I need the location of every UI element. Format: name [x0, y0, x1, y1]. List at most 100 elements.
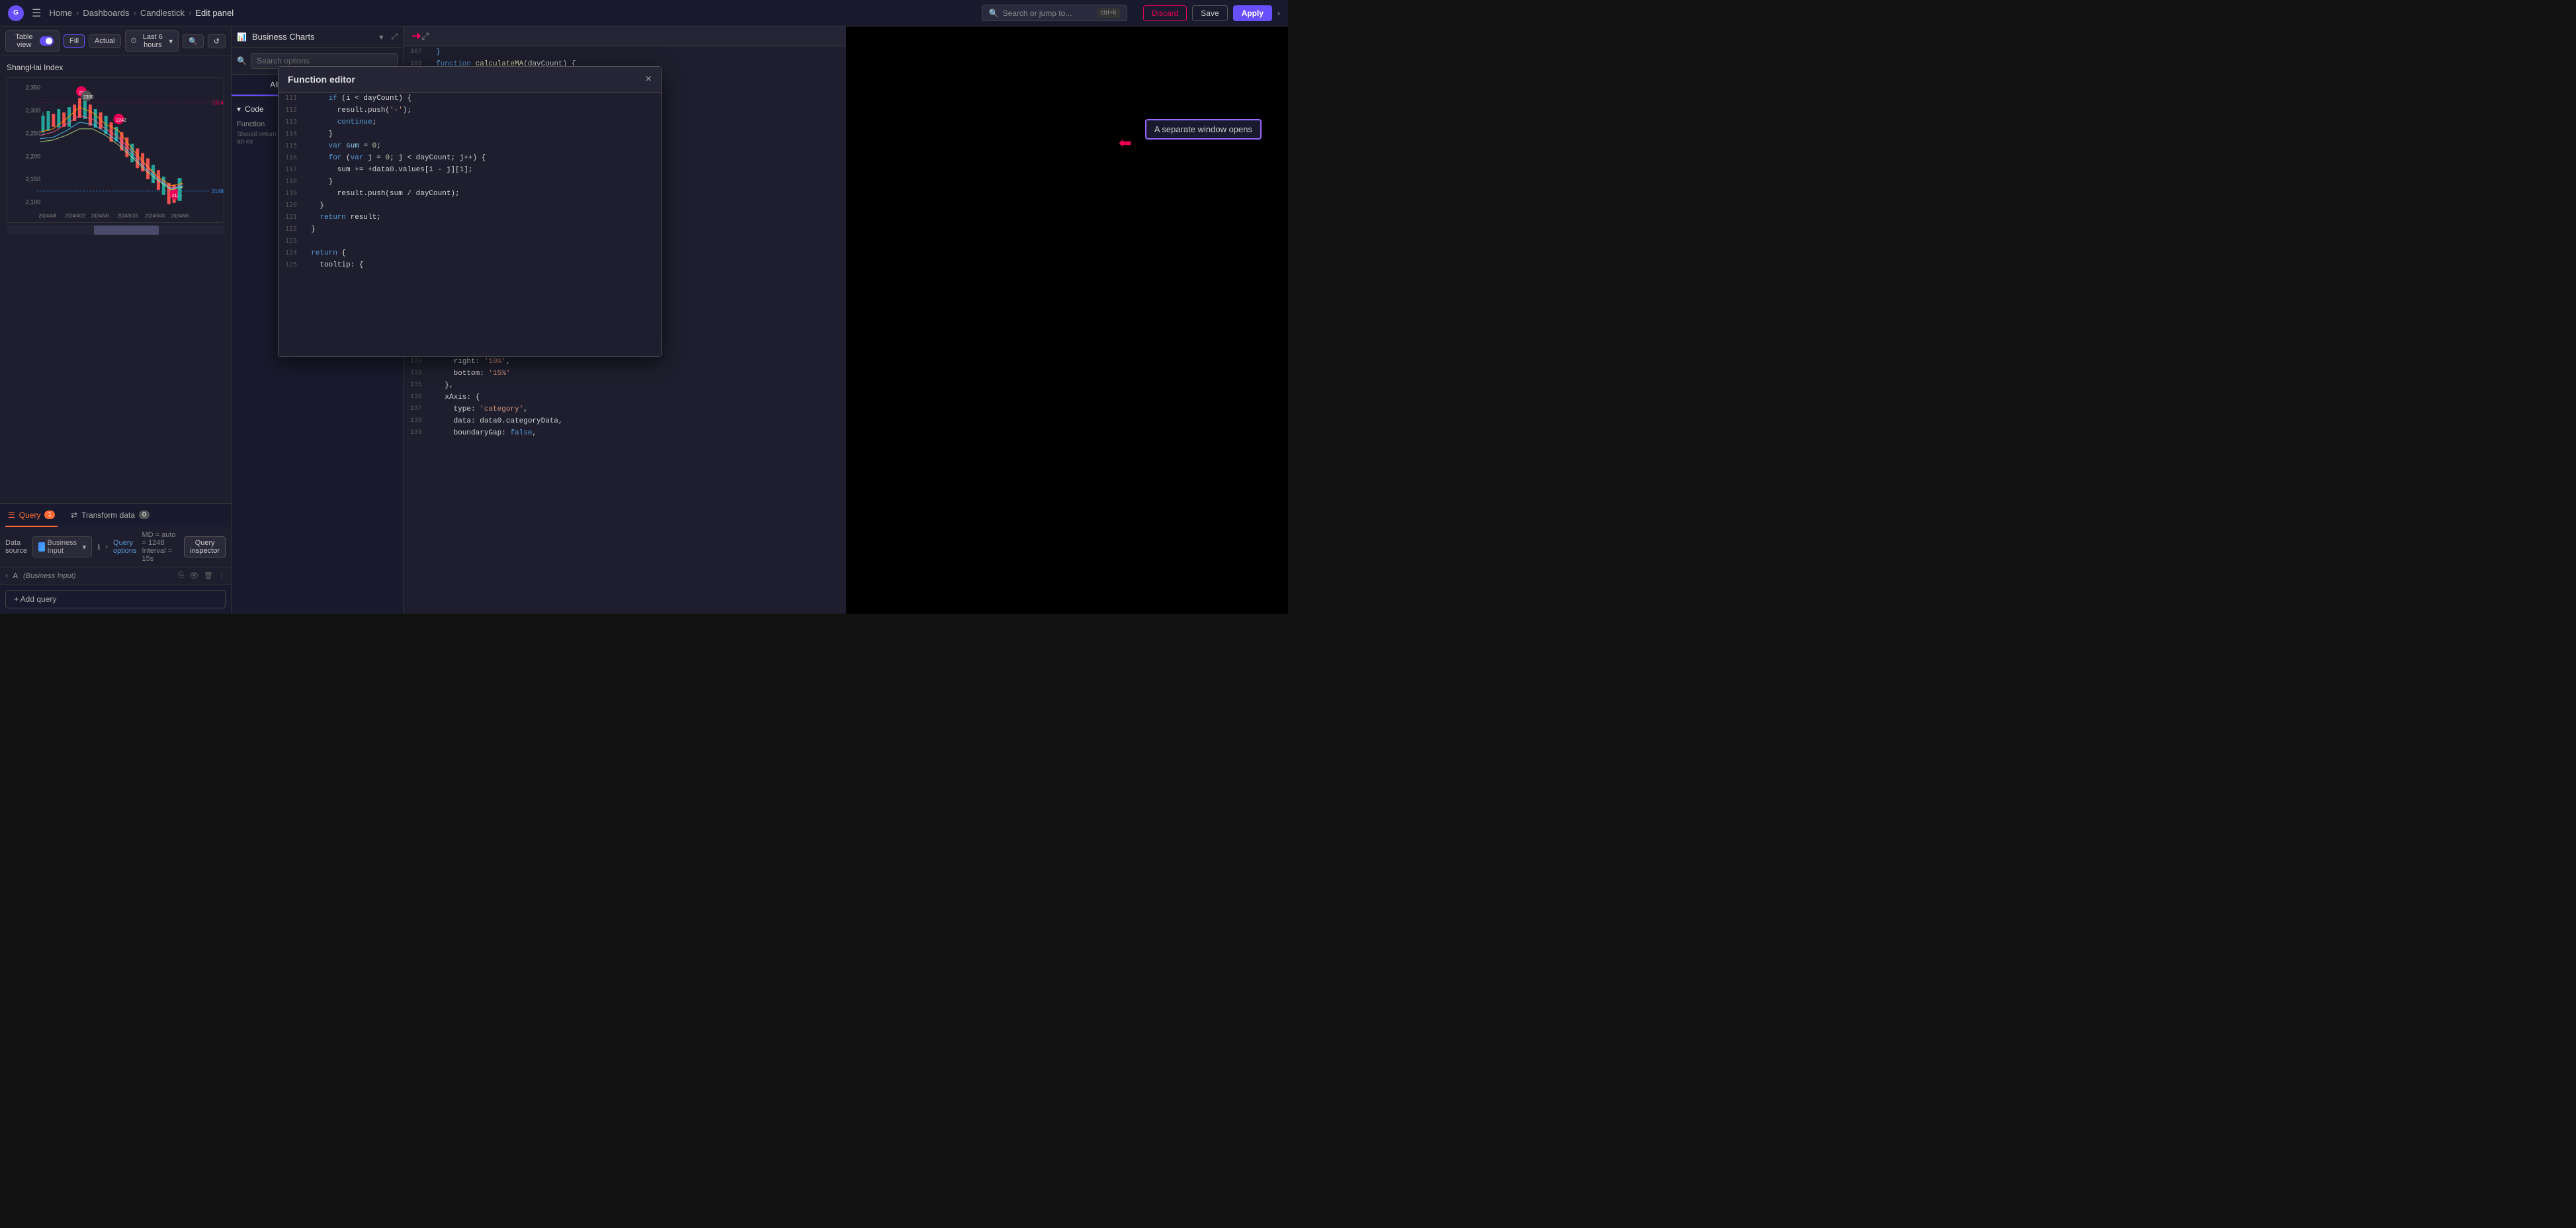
- modal-code-inner[interactable]: 111 if (i < dayCount) { 112 result.push(…: [279, 93, 661, 356]
- transform-icon: ⇄: [71, 511, 77, 520]
- code-line-139: 139 boundaryGap: false,: [404, 427, 846, 439]
- query-tab-badge: 1: [44, 511, 55, 519]
- more-icon[interactable]: ⋮: [218, 571, 226, 580]
- query-options-link[interactable]: Query options: [113, 539, 136, 555]
- svg-text:2,200: 2,200: [26, 153, 40, 159]
- modal-line-125: 125 tooltip: {: [279, 259, 661, 271]
- svg-text:2024/4/8: 2024/4/8: [39, 214, 57, 219]
- modal-line-115: 115 var sum = 0;: [279, 140, 661, 152]
- breadcrumb-home[interactable]: Home: [49, 8, 72, 18]
- modal-line-122: 122 }: [279, 224, 661, 235]
- eye-icon[interactable]: 👁: [189, 571, 198, 580]
- modal-title: Function editor: [288, 74, 355, 85]
- table-view-toggle[interactable]: [40, 36, 54, 46]
- datasource-icon: [38, 542, 45, 552]
- breadcrumb-dashboards[interactable]: Dashboards: [83, 8, 129, 18]
- query-row-description: (Business Input): [23, 572, 75, 580]
- search-bar[interactable]: 🔍 Search or jump to... ctrl+k: [982, 5, 1127, 21]
- chart-inner: 2,350 2,300 2,250 2,200 2,150 2,100 2324…: [7, 77, 224, 223]
- query-tab-label: Query: [19, 511, 41, 520]
- expand-icon[interactable]: ⤢: [421, 30, 429, 42]
- chart-toolbar: Table view Fill Actual ⏱ Last 6 hours ▾ …: [0, 26, 231, 56]
- svg-text:2,350: 2,350: [26, 84, 40, 91]
- svg-text:2148.35: 2148.35: [212, 188, 224, 194]
- table-view-button[interactable]: Table view: [5, 30, 60, 52]
- modal-line-124: 124 return {: [279, 247, 661, 259]
- chart-container: ShangHai Index 2,350 2,300 2,250 2,200 2…: [0, 56, 231, 503]
- scrollbar-thumb[interactable]: [94, 225, 159, 235]
- callout-annotation: ⬅ A separate window opens: [1145, 119, 1262, 140]
- query-row-actions: ⎘ 👁 🗑 ⋮: [178, 571, 226, 580]
- modal-line-111: 111 if (i < dayCount) {: [279, 93, 661, 104]
- modal-line-116: 116 for (var j = 0; j < dayCount; j++) {: [279, 152, 661, 164]
- chart-svg: 2,350 2,300 2,250 2,200 2,150 2,100 2324…: [7, 78, 224, 222]
- sep3: ›: [189, 8, 191, 18]
- time-range-button[interactable]: ⏱ Last 6 hours ▾: [125, 30, 179, 52]
- svg-text:2242: 2242: [116, 118, 126, 123]
- modal-close-button[interactable]: ×: [646, 73, 652, 85]
- main-layout: Table view Fill Actual ⏱ Last 6 hours ▾ …: [0, 26, 1288, 614]
- add-query-button[interactable]: + Add query: [5, 590, 226, 608]
- code-line-136: 136 xAxis: {: [404, 391, 846, 403]
- expand-query-icon[interactable]: ›: [5, 572, 8, 580]
- arrow-indicator: ➜: [411, 29, 421, 43]
- svg-text:2324.02: 2324.02: [212, 100, 224, 106]
- code-editor-header: ➜ ⤢: [404, 26, 846, 46]
- svg-text:2,250: 2,250: [26, 130, 40, 137]
- code-line-107: 107 }: [404, 46, 846, 58]
- copy-icon[interactable]: ⎘: [178, 571, 184, 580]
- datasource-select[interactable]: Business Input ▾: [32, 536, 92, 557]
- function-editor-modal: Function editor × 111 if (i < dayCount) …: [278, 66, 662, 357]
- chart-scrollbar[interactable]: [7, 225, 224, 235]
- time-range-chevron: ▾: [169, 37, 173, 46]
- sep1: ›: [76, 8, 79, 18]
- tab-transform[interactable]: ⇄ Transform data 0: [68, 504, 152, 527]
- hamburger-menu[interactable]: ☰: [32, 7, 41, 20]
- apply-button[interactable]: Apply: [1233, 5, 1272, 21]
- code-line-138: 138 data: data0.categoryData,: [404, 415, 846, 427]
- table-view-label: Table view: [11, 33, 37, 49]
- left-panel: Table view Fill Actual ⏱ Last 6 hours ▾ …: [0, 26, 232, 614]
- search-placeholder: Search or jump to...: [1003, 9, 1072, 18]
- search-icon: 🔍: [989, 9, 999, 18]
- app-logo: G: [8, 5, 24, 21]
- nav-chevron[interactable]: ›: [1277, 9, 1280, 18]
- tab-query[interactable]: ☰ Query 1: [5, 504, 58, 527]
- panel-type-expand[interactable]: ⤢: [391, 32, 398, 42]
- dark-overlay: ⬅ A separate window opens: [846, 26, 1289, 614]
- query-icon: ☰: [8, 511, 15, 520]
- zoom-out-button[interactable]: 🔍: [183, 34, 204, 48]
- query-inspector-button[interactable]: Query inspector: [184, 536, 226, 557]
- code-section-label: Code: [245, 104, 264, 114]
- info-icon[interactable]: ℹ: [97, 543, 100, 552]
- svg-text:2,300: 2,300: [26, 107, 40, 114]
- modal-line-114: 114 }: [279, 128, 661, 140]
- transform-tab-badge: 0: [139, 511, 150, 519]
- panel-type-chevron[interactable]: ▾: [379, 32, 383, 42]
- delete-icon[interactable]: 🗑: [204, 571, 213, 580]
- modal-line-119: 119 result.push(sum / dayCount);: [279, 188, 661, 200]
- breadcrumb-candlestick[interactable]: Candlestick: [140, 8, 185, 18]
- nav-actions: Discard Save Apply ›: [1143, 5, 1280, 21]
- panel-type-title: Business Charts: [252, 32, 315, 42]
- refresh-button[interactable]: ↺: [208, 34, 226, 48]
- breadcrumb: Home › Dashboards › Candlestick › Edit p…: [49, 8, 234, 18]
- svg-text:2024/5/30: 2024/5/30: [145, 214, 165, 219]
- arrow-icon: ›: [105, 543, 108, 551]
- modal-line-123: 123: [279, 235, 661, 247]
- query-tabs: ☰ Query 1 ⇄ Transform data 0: [0, 503, 231, 527]
- code-line-133: 133 right: '10%',: [404, 356, 846, 368]
- modal-line-120: 120 }: [279, 200, 661, 212]
- svg-text:2024/6/6: 2024/6/6: [171, 214, 189, 219]
- panel-header: 📊 Business Charts ▾ ⤢: [232, 26, 403, 48]
- code-line-137: 137 type: 'category',: [404, 403, 846, 415]
- actual-button[interactable]: Actual: [89, 34, 121, 48]
- discard-button[interactable]: Discard: [1143, 5, 1187, 21]
- modal-line-113: 113 continue;: [279, 116, 661, 128]
- svg-text:2,100: 2,100: [26, 199, 40, 206]
- query-row: › A (Business Input) ⎘ 👁 🗑 ⋮: [0, 567, 231, 585]
- save-button[interactable]: Save: [1192, 5, 1227, 21]
- fill-button[interactable]: Fill: [64, 34, 85, 48]
- svg-text:2024/5/23: 2024/5/23: [117, 214, 138, 219]
- svg-text:2024/5/9: 2024/5/9: [91, 214, 109, 219]
